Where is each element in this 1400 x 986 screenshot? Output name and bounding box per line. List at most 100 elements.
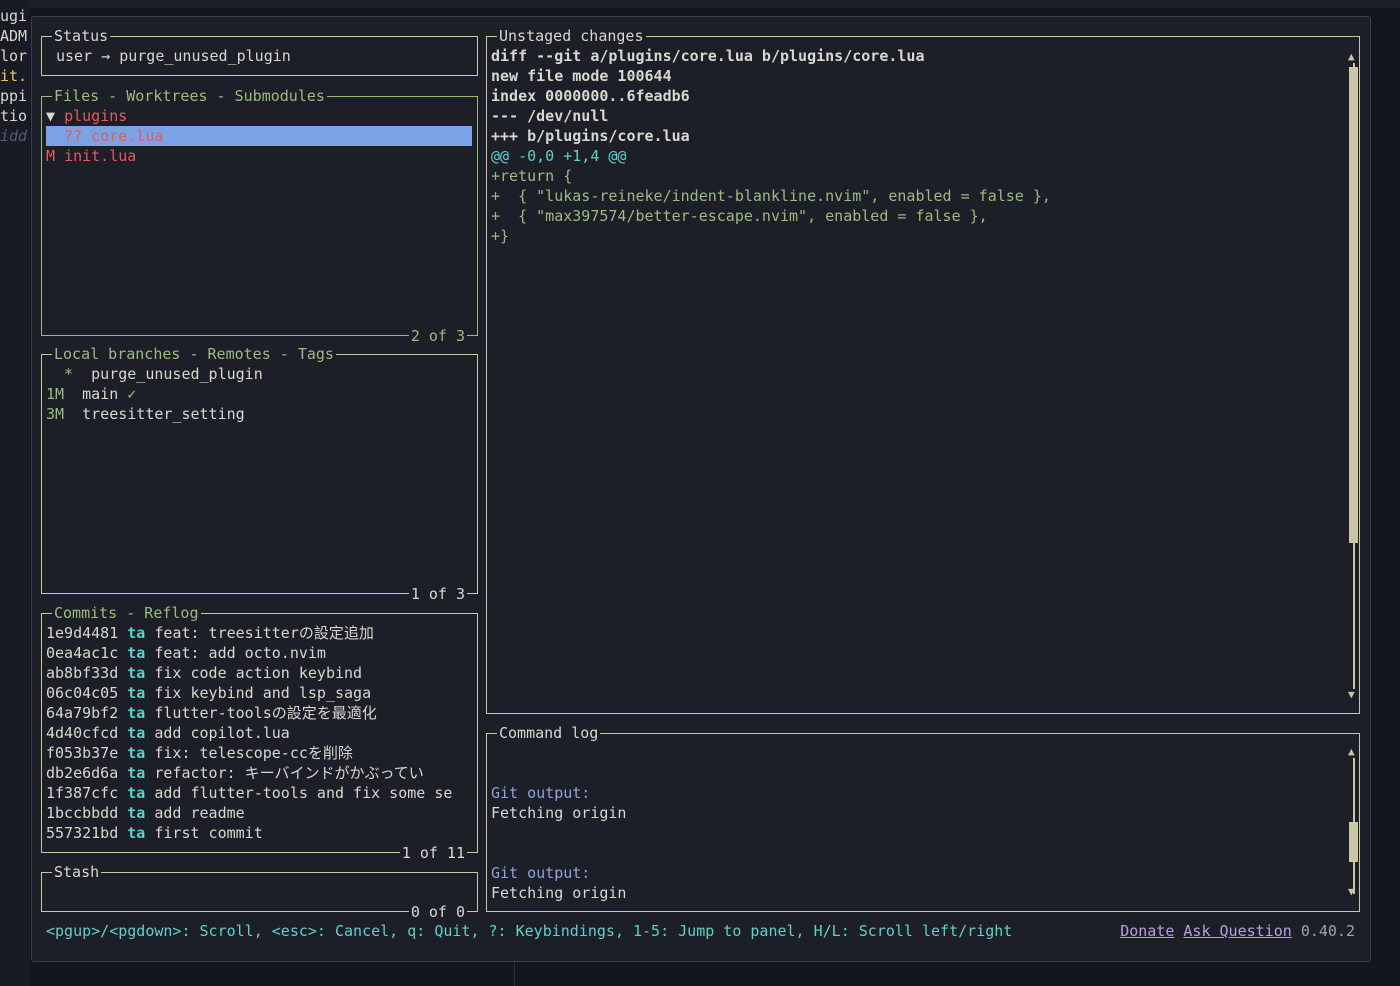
commit-author: ta — [127, 704, 146, 722]
diff-panel[interactable]: Unstaged changes diff --git a/plugins/co… — [486, 26, 1360, 714]
diff-scrollbar[interactable]: ▲ ▼ — [1348, 51, 1358, 701]
log-text: Fetching origin — [491, 804, 627, 822]
command-log-panel[interactable]: Command log Git output: Fetching origin … — [486, 723, 1360, 912]
editor-top-bar — [30, 0, 1400, 8]
diff-line: +++ b/plugins/core.lua — [491, 127, 690, 145]
editor-gutter-text: ADM — [0, 27, 28, 45]
branch-row[interactable]: * purge_unused_plugin — [46, 364, 263, 384]
branch-name: treesitter_setting — [82, 405, 245, 423]
log-scrollbar[interactable]: ▲ ▼ — [1348, 746, 1358, 906]
status-panel[interactable]: Status user → purge_unused_plugin — [41, 26, 478, 76]
editor-gutter-text: lor — [0, 47, 28, 65]
diff-line: +} — [491, 227, 510, 245]
diff-line: + { "max397574/better-escape.nvim", enab… — [491, 207, 988, 225]
commit-row[interactable]: 557321bd ta first commit — [46, 823, 476, 843]
files-panel[interactable]: Files - Worktrees - Submodules ▼ plugins… — [41, 86, 478, 346]
status-panel-title: Status — [52, 26, 111, 46]
stash-panel-title: Stash — [52, 862, 102, 882]
commit-hash: db2e6d6a — [46, 764, 119, 782]
diff-line: @@ -0,0 +1,4 @@ — [491, 147, 627, 165]
commit-message: fix keybind and lsp_saga — [154, 684, 372, 702]
diff-line: + { "lukas-reineke/indent-blankline.nvim… — [491, 187, 1051, 205]
branch-row[interactable]: 3M treesitter_setting — [46, 404, 245, 424]
commit-message: add flutter-tools and fix some se — [154, 784, 453, 802]
scroll-up-icon[interactable]: ▲ — [1348, 746, 1355, 758]
scroll-up-icon[interactable]: ▲ — [1348, 51, 1355, 63]
version-label: 0.40.2 — [1300, 922, 1355, 940]
commit-row[interactable]: 4d40cfcd ta add copilot.lua — [46, 723, 476, 743]
diff-scroll-thumb[interactable] — [1349, 67, 1358, 543]
scroll-down-icon[interactable]: ▼ — [1348, 689, 1355, 701]
editor-gutter-text: ppi — [0, 87, 28, 105]
commit-row[interactable]: db2e6d6a ta refactor: キーバインドがかぶってい — [46, 763, 476, 783]
branch-name: main — [82, 385, 119, 403]
commit-author: ta — [127, 804, 146, 822]
commit-author: ta — [127, 664, 146, 682]
commit-hash: 4d40cfcd — [46, 724, 119, 742]
branches-panel[interactable]: Local branches - Remotes - Tags * purge_… — [41, 344, 478, 604]
editor-gutter: ugi ADM lor it. ppi tio idd — [0, 6, 30, 146]
chevron-down-icon: ▼ — [46, 107, 65, 125]
diff-line: +return { — [491, 167, 573, 185]
stash-panel[interactable]: Stash 0 of 0 — [41, 862, 478, 922]
command-log-title: Command log — [497, 723, 601, 743]
stash-panel-counter: 0 of 0 — [408, 902, 467, 922]
ask-question-link[interactable]: Ask Question — [1183, 922, 1291, 940]
commit-message: refactor: キーバインドがかぶってい — [154, 764, 424, 782]
status-text: user → purge_unused_plugin — [56, 47, 291, 65]
commit-message: fix code action keybind — [154, 664, 363, 682]
commit-hash: 06c04c05 — [46, 684, 119, 702]
commit-author: ta — [127, 624, 146, 642]
editor-gutter-text: ugi — [0, 7, 28, 25]
commit-author: ta — [127, 784, 146, 802]
branches-panel-counter: 1 of 3 — [408, 584, 467, 604]
commit-hash: 557321bd — [46, 824, 119, 842]
donate-link[interactable]: Donate — [1120, 922, 1174, 940]
log-text: Fetching origin — [491, 884, 627, 902]
commit-message: feat: add octo.nvim — [154, 644, 326, 662]
branch-name: purge_unused_plugin — [91, 365, 263, 383]
log-scroll-thumb[interactable] — [1349, 822, 1358, 862]
commit-row[interactable]: 06c04c05 ta fix keybind and lsp_saga — [46, 683, 476, 703]
file-name: plugins — [64, 107, 128, 125]
diff-line: new file mode 100644 — [491, 67, 672, 85]
diff-panel-title: Unstaged changes — [497, 26, 646, 46]
commit-hash: 1f387cfc — [46, 784, 119, 802]
commit-row[interactable]: 64a79bf2 ta flutter-toolsの設定を最適化 — [46, 703, 476, 723]
commit-row[interactable]: 1f387cfc ta add flutter-tools and fix so… — [46, 783, 476, 803]
branches-panel-title: Local branches - Remotes - Tags — [52, 344, 336, 364]
keybindings-hint: <pgup>/<pgdown>: Scroll, <esc>: Cancel, … — [46, 922, 1013, 940]
commit-hash: 0ea4ac1c — [46, 644, 119, 662]
branch-row[interactable]: 1M main ✓ — [46, 384, 136, 404]
commit-hash: 1e9d4481 — [46, 624, 119, 642]
editor-gutter-text: idd — [0, 127, 28, 145]
commit-row[interactable]: ab8bf33d ta fix code action keybind — [46, 663, 476, 683]
file-row[interactable]: M init.lua — [46, 146, 472, 166]
commits-panel[interactable]: Commits - Reflog 1e9d4481 ta feat: trees… — [41, 603, 478, 863]
log-label: Git output: — [491, 784, 591, 802]
editor-split-line — [514, 960, 515, 986]
commit-hash: 64a79bf2 — [46, 704, 119, 722]
branch-age: * — [46, 365, 74, 383]
commit-message: add copilot.lua — [154, 724, 290, 742]
commit-author: ta — [127, 644, 146, 662]
commit-row[interactable]: f053b37e ta fix: telescope-ccを削除 — [46, 743, 476, 763]
files-panel-title: Files - Worktrees - Submodules — [52, 86, 327, 106]
branch-age: 3M — [46, 405, 65, 423]
commit-message: fix: telescope-ccを削除 — [154, 744, 353, 762]
file-row[interactable]: ?? core.lua — [46, 126, 472, 146]
file-row[interactable]: ▼ plugins — [46, 106, 472, 126]
files-panel-counter: 2 of 3 — [408, 326, 467, 346]
commit-hash: ab8bf33d — [46, 664, 119, 682]
commit-author: ta — [127, 764, 146, 782]
editor-gutter-text: it. — [0, 67, 28, 85]
commit-message: first commit — [154, 824, 263, 842]
commit-author: ta — [127, 724, 146, 742]
commit-row[interactable]: 1bccbbdd ta add readme — [46, 803, 476, 823]
footer-links: Donate Ask Question 0.40.2 — [1120, 921, 1355, 941]
scroll-down-icon[interactable]: ▼ — [1348, 886, 1355, 898]
commit-row[interactable]: 0ea4ac1c ta feat: add octo.nvim — [46, 643, 476, 663]
commit-row[interactable]: 1e9d4481 ta feat: treesitterの設定追加 — [46, 623, 476, 643]
commits-panel-title: Commits - Reflog — [52, 603, 201, 623]
diff-line: --- /dev/null — [491, 107, 609, 125]
